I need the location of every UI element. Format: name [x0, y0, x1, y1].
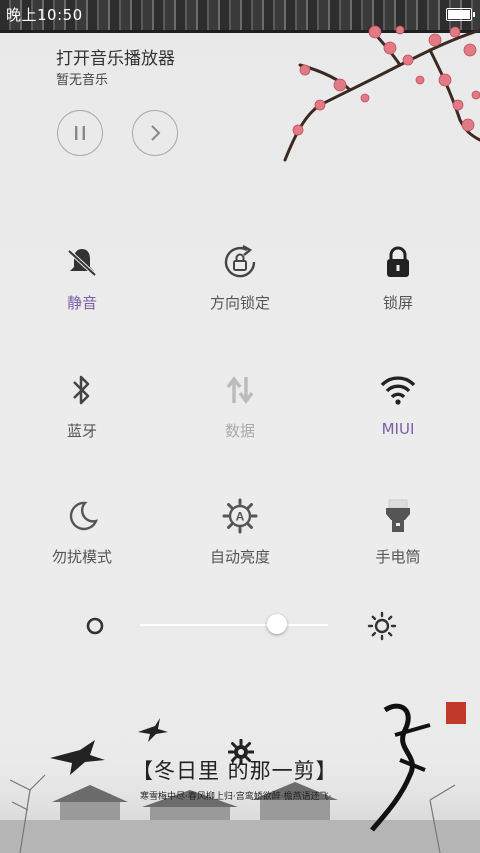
toggle-rotation-lock[interactable]: 方向锁定 — [160, 242, 320, 313]
toggle-label: MIUI — [381, 420, 415, 438]
music-status-text: 暂无音乐 — [56, 73, 109, 88]
toggle-label: 数据 — [224, 422, 255, 440]
brightness-thumb[interactable] — [267, 614, 288, 634]
toggle-auto-brightness[interactable]: A 自动亮度 — [160, 496, 320, 567]
status-clock: 晚上10:50 — [6, 6, 83, 24]
data-arrows-icon — [226, 376, 254, 404]
toggle-label: 方向锁定 — [209, 294, 270, 312]
moon-icon — [69, 501, 99, 531]
bluetooth-icon — [73, 375, 90, 405]
pause-icon — [75, 126, 85, 140]
music-player-title[interactable]: 打开音乐播放器 — [56, 44, 175, 69]
pause-button[interactable] — [57, 110, 103, 156]
rotation-lock-icon — [224, 244, 256, 278]
plum-blossom-decoration — [283, 25, 480, 162]
toggle-label: 静音 — [66, 294, 97, 312]
toggle-label: 自动亮度 — [209, 548, 270, 566]
brightness-high-icon — [367, 611, 397, 641]
theme-banner: 【冬日里 的那一剪】 — [132, 759, 338, 783]
brightness-low-icon — [86, 617, 104, 635]
toggle-bluetooth[interactable]: 蓝牙 — [2, 370, 162, 441]
bell-muted-icon — [67, 249, 97, 277]
theme-poem: 寒雪梅中尽·春风柳上归·宫鸾娇欲醉·檐燕语还飞· — [140, 792, 332, 802]
toggle-label: 锁屏 — [382, 294, 413, 312]
flashlight-icon — [386, 499, 410, 532]
toggle-label: 勿扰模式 — [51, 548, 112, 566]
chevron-right-icon — [151, 125, 161, 141]
toggle-do-not-disturb[interactable]: 勿扰模式 — [2, 496, 162, 567]
toggle-flashlight[interactable]: 手电筒 — [318, 496, 478, 567]
next-button[interactable] — [132, 110, 178, 156]
toggle-mobile-data[interactable]: 数据 — [160, 370, 320, 441]
brightness-slider[interactable] — [0, 605, 480, 645]
toggle-mute[interactable]: 静音 — [2, 242, 162, 313]
wifi-icon — [380, 376, 416, 405]
lock-icon — [387, 246, 409, 277]
brightness-track[interactable] — [140, 624, 328, 626]
toggle-lock-screen[interactable]: 锁屏 — [318, 242, 478, 313]
auto-brightness-icon: A — [222, 498, 258, 534]
toggle-label: 手电筒 — [375, 548, 421, 566]
svg-text:A: A — [236, 510, 245, 524]
toggle-label: 蓝牙 — [66, 422, 97, 440]
toggle-wifi[interactable]: MIUI — [318, 370, 478, 438]
